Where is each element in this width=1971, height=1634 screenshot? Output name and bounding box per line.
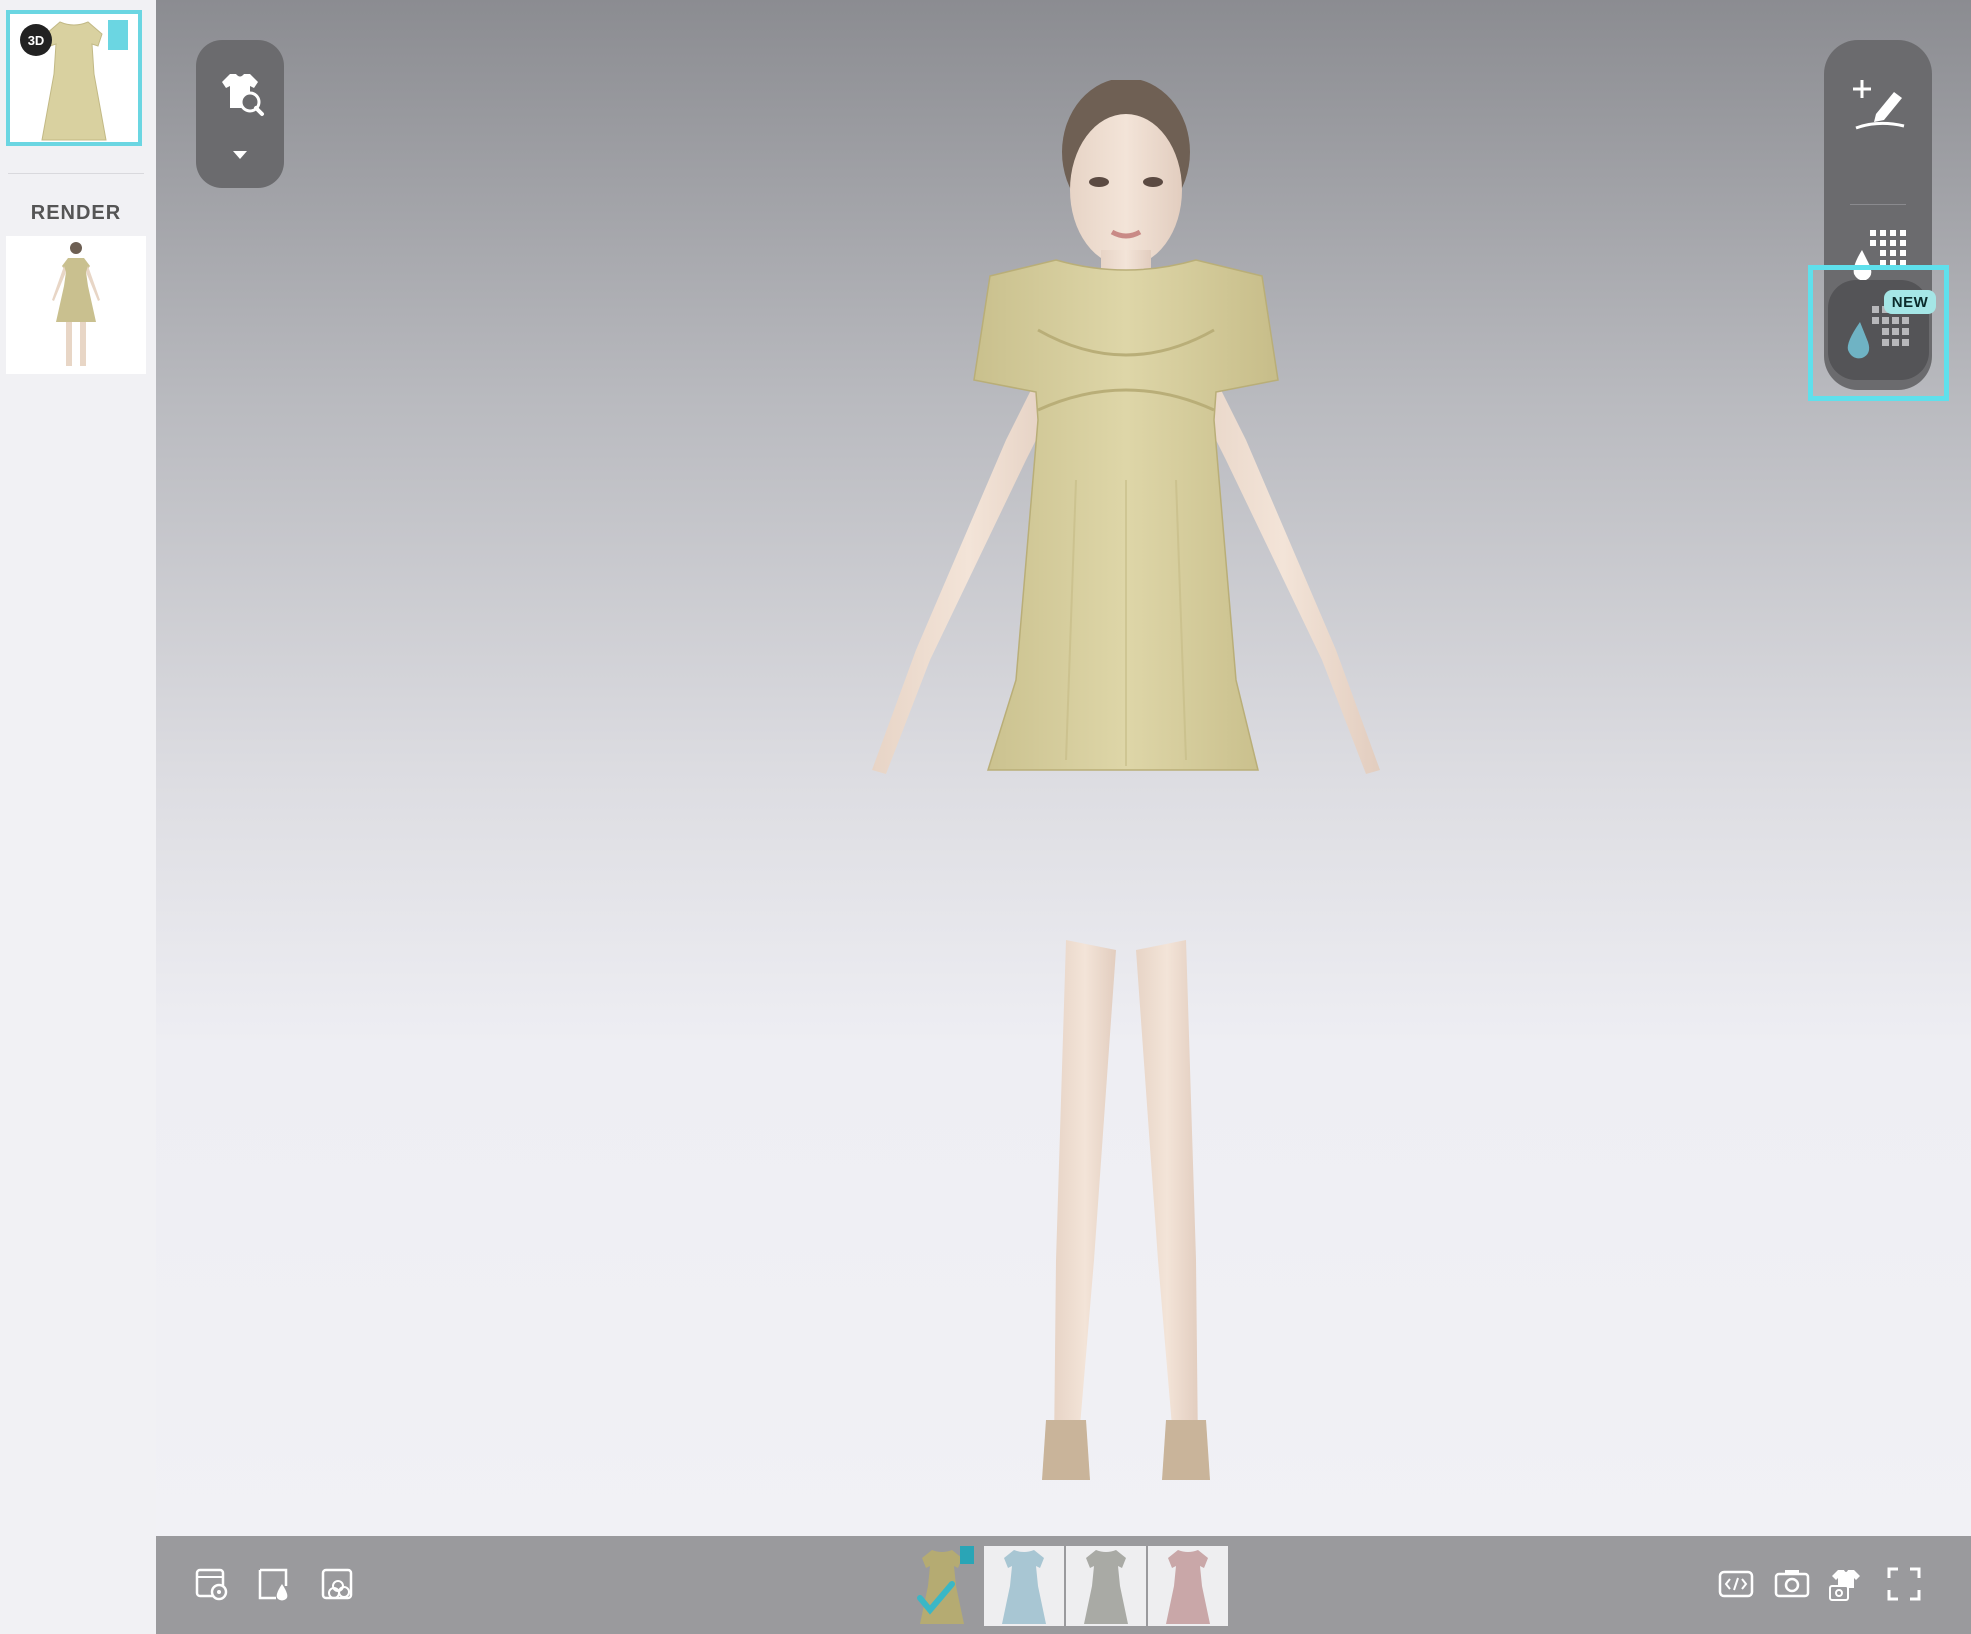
selected-corner-marker	[960, 1546, 974, 1564]
add-annotation-icon	[1848, 76, 1908, 141]
fullscreen-icon[interactable]	[1886, 1566, 1922, 1602]
embed-code-icon[interactable]	[1718, 1566, 1754, 1602]
avatar-model	[872, 80, 1380, 1480]
fabric-icon[interactable]	[256, 1566, 292, 1602]
dress-pink-image	[1166, 1550, 1210, 1624]
colorway-compare-icon[interactable]	[320, 1566, 356, 1602]
thumbnail-3d[interactable]: 3D	[6, 10, 142, 146]
3d-badge: 3D	[20, 24, 52, 56]
dress-gray-image	[1084, 1550, 1128, 1624]
snapshot-icon[interactable]	[1774, 1566, 1810, 1602]
chevron-down-icon[interactable]	[230, 148, 250, 162]
sidebar-divider	[8, 173, 144, 174]
thumbnail-corner-marker	[108, 20, 128, 50]
colorway-swatch-gray[interactable]	[1066, 1546, 1146, 1626]
3d-viewport[interactable]	[156, 0, 1971, 1536]
sidebar: 3D RENDER	[0, 0, 157, 1634]
toolbar-separator	[1850, 204, 1906, 205]
new-badge: NEW	[1884, 290, 1936, 314]
colorway-swatch-pink[interactable]	[1148, 1546, 1228, 1626]
scene-settings-icon[interactable]	[194, 1566, 230, 1602]
selected-check-icon	[916, 1580, 956, 1621]
avatar-snapshot-icon[interactable]	[1828, 1566, 1864, 1602]
render-thumbnail-image	[6, 236, 146, 374]
render-thumbnail[interactable]	[6, 236, 146, 374]
colorway-swatch-blue[interactable]	[984, 1546, 1064, 1626]
garment-search-icon[interactable]	[214, 66, 266, 118]
dress-blue-image	[1002, 1550, 1046, 1624]
colorway-icon	[1848, 224, 1908, 289]
add-annotation-button[interactable]	[1838, 68, 1918, 148]
render-section-label: RENDER	[30, 202, 122, 224]
garment-view-widget[interactable]	[196, 40, 284, 188]
